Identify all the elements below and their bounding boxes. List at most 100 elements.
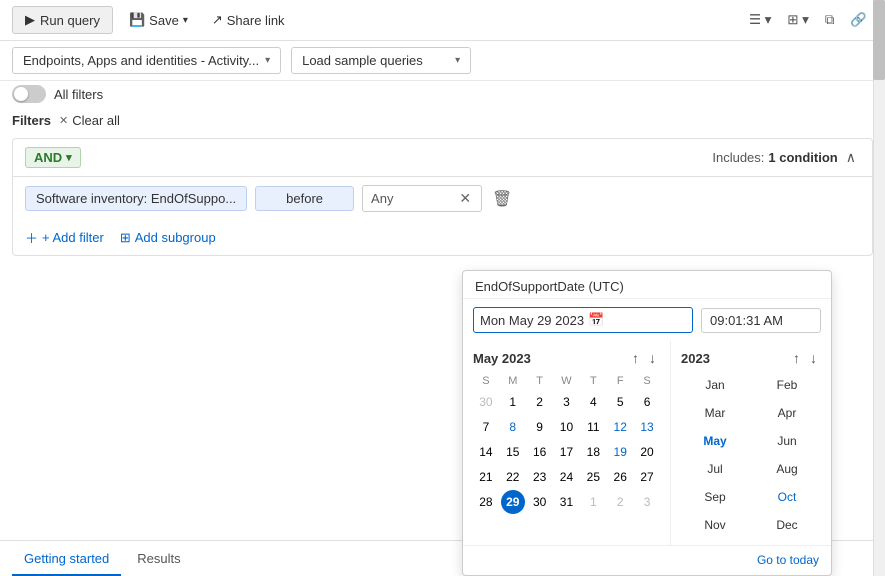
toolbar-right: ☰ ▾ ⊞ ▾ ⧉ 🔗 xyxy=(743,8,873,32)
collapse-button[interactable]: ∧ xyxy=(842,147,860,168)
day-cell[interactable]: 17 xyxy=(554,440,578,464)
sample-queries-dropdown[interactable]: Load sample queries ▾ xyxy=(291,47,471,74)
date-popup-title: EndOfSupportDate (UTC) xyxy=(475,279,624,294)
condition-count: 1 condition xyxy=(768,150,837,165)
month-jan[interactable]: Jan xyxy=(681,373,749,397)
tab-getting-started[interactable]: Getting started xyxy=(12,541,121,576)
add-subgroup-button[interactable]: ⊞ Add subgroup xyxy=(120,230,216,246)
month-apr[interactable]: Apr xyxy=(753,401,821,425)
day-header-sat: S xyxy=(634,373,660,389)
day-cell[interactable]: 22 xyxy=(501,465,525,489)
play-icon: ▶ xyxy=(25,12,35,28)
all-filters-toggle[interactable] xyxy=(12,85,46,103)
day-cell-selected[interactable]: 29 xyxy=(501,490,525,514)
day-cell[interactable]: 3 xyxy=(554,390,578,414)
month-jun[interactable]: Jun xyxy=(753,429,821,453)
month-nov[interactable]: Nov xyxy=(681,513,749,537)
and-label: AND xyxy=(34,150,62,165)
year-prev-button[interactable]: ↑ xyxy=(789,349,804,367)
day-cell[interactable]: 16 xyxy=(528,440,552,464)
month-may[interactable]: May xyxy=(681,429,749,453)
all-filters-label: All filters xyxy=(54,87,103,102)
day-cell[interactable]: 12 xyxy=(608,415,632,439)
date-picker-popup: EndOfSupportDate (UTC) Mon May 29 2023 📅… xyxy=(462,270,832,576)
add-subgroup-label: Add subgroup xyxy=(135,230,216,245)
scrollbar-track[interactable] xyxy=(873,0,885,576)
day-cell[interactable]: 6 xyxy=(635,390,659,414)
month-aug[interactable]: Aug xyxy=(753,457,821,481)
month-dec[interactable]: Dec xyxy=(753,513,821,537)
before-label: before xyxy=(286,191,323,206)
grid-view-button[interactable]: ⊞ ▾ xyxy=(781,8,815,32)
month-oct[interactable]: Oct xyxy=(753,485,821,509)
goto-today-button[interactable]: Go to today xyxy=(757,553,819,567)
calendar-icon[interactable]: 📅 xyxy=(588,312,604,328)
day-cell[interactable]: 30 xyxy=(474,390,498,414)
year-calendar: 2023 ↑ ↓ Jan Feb Mar Apr May Jun Jul Aug… xyxy=(671,341,831,545)
any-input-wrap[interactable]: Any ✕ xyxy=(362,185,482,212)
copy-button[interactable]: ⧉ xyxy=(819,8,841,32)
day-cell[interactable]: 30 xyxy=(528,490,552,514)
delete-filter-button[interactable]: 🗑 xyxy=(490,189,514,209)
scrollbar-thumb[interactable] xyxy=(873,0,885,80)
save-button[interactable]: 💾 Save ▾ xyxy=(121,7,196,33)
year-next-button[interactable]: ↓ xyxy=(806,349,821,367)
time-input-box[interactable]: 09:01:31 AM xyxy=(701,308,821,333)
day-cell[interactable]: 10 xyxy=(554,415,578,439)
date-input-box[interactable]: Mon May 29 2023 📅 xyxy=(473,307,693,333)
day-cell[interactable]: 19 xyxy=(608,440,632,464)
endpoint-dropdown[interactable]: Endpoints, Apps and identities - Activit… xyxy=(12,47,281,74)
add-filter-row: ＋ + Add filter ⊞ Add subgroup xyxy=(13,220,872,255)
day-cell[interactable]: 2 xyxy=(528,390,552,414)
day-cell[interactable]: 4 xyxy=(581,390,605,414)
day-cell[interactable]: 15 xyxy=(501,440,525,464)
day-cell[interactable]: 1 xyxy=(581,490,605,514)
day-cell[interactable]: 5 xyxy=(608,390,632,414)
month-next-button[interactable]: ↓ xyxy=(645,349,660,367)
month-jul[interactable]: Jul xyxy=(681,457,749,481)
day-cell[interactable]: 31 xyxy=(554,490,578,514)
day-cell[interactable]: 26 xyxy=(608,465,632,489)
save-chevron-icon: ▾ xyxy=(183,15,188,26)
day-cell[interactable]: 13 xyxy=(635,415,659,439)
clear-all-button[interactable]: ✕ Clear all xyxy=(59,113,120,128)
add-subgroup-icon: ⊞ xyxy=(120,230,131,246)
day-cell[interactable]: 27 xyxy=(635,465,659,489)
before-chip[interactable]: before xyxy=(255,186,354,211)
month-mar[interactable]: Mar xyxy=(681,401,749,425)
day-cell[interactable]: 20 xyxy=(635,440,659,464)
day-cell[interactable]: 24 xyxy=(554,465,578,489)
tab-results[interactable]: Results xyxy=(125,541,192,576)
day-cell[interactable]: 9 xyxy=(528,415,552,439)
day-cell[interactable]: 1 xyxy=(501,390,525,414)
list-view-button[interactable]: ☰ ▾ xyxy=(743,8,777,32)
link-button[interactable]: 🔗 xyxy=(844,8,873,32)
day-cell[interactable]: 28 xyxy=(474,490,498,514)
day-cell[interactable]: 8 xyxy=(501,415,525,439)
clear-value-button[interactable]: ✕ xyxy=(457,190,473,207)
day-cell[interactable]: 2 xyxy=(608,490,632,514)
month-feb[interactable]: Feb xyxy=(753,373,821,397)
month-sep[interactable]: Sep xyxy=(681,485,749,509)
day-cell[interactable]: 18 xyxy=(581,440,605,464)
time-value: 09:01:31 AM xyxy=(710,313,783,328)
and-badge[interactable]: AND ▾ xyxy=(25,147,81,168)
day-cell[interactable]: 25 xyxy=(581,465,605,489)
day-cell[interactable]: 11 xyxy=(581,415,605,439)
day-cell[interactable]: 3 xyxy=(635,490,659,514)
filter-chip[interactable]: Software inventory: EndOfSuppo... xyxy=(25,186,247,211)
run-query-button[interactable]: ▶ Run query xyxy=(12,6,113,34)
month-prev-button[interactable]: ↑ xyxy=(628,349,643,367)
date-inputs-row: Mon May 29 2023 📅 09:01:31 AM xyxy=(463,299,831,341)
day-cell[interactable]: 14 xyxy=(474,440,498,464)
share-link-button[interactable]: ↗ Share link xyxy=(204,7,293,33)
day-header-sun: S xyxy=(473,373,499,389)
save-icon: 💾 xyxy=(129,12,145,28)
day-header-mon: M xyxy=(500,373,526,389)
filters-header: Filters ✕ Clear all xyxy=(0,107,885,134)
day-cell[interactable]: 7 xyxy=(474,415,498,439)
month-grid: S M T W T F S 30 1 2 3 4 5 6 7 8 9 10 xyxy=(473,373,660,514)
add-filter-button[interactable]: ＋ + Add filter xyxy=(25,228,104,247)
day-cell[interactable]: 21 xyxy=(474,465,498,489)
day-cell[interactable]: 23 xyxy=(528,465,552,489)
